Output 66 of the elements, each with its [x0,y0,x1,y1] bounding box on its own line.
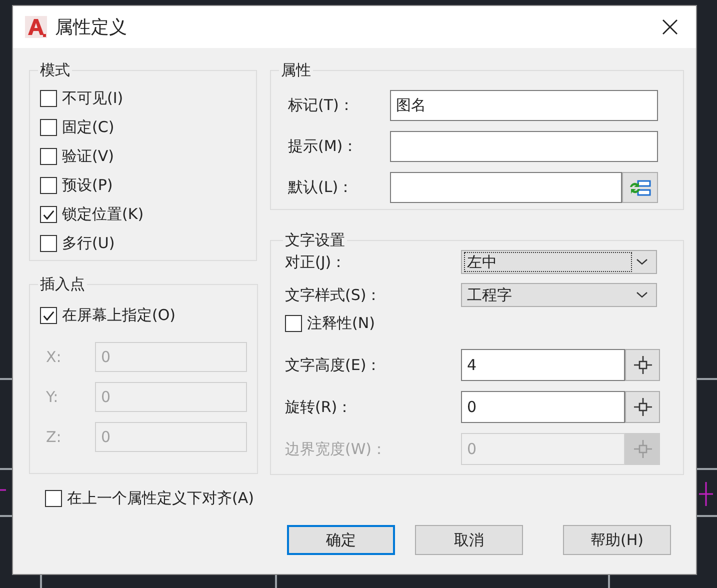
grid-line [697,468,717,470]
chevron-down-icon [636,258,648,266]
field-label: 旋转(R)： [285,398,354,416]
text-field[interactable] [390,131,658,162]
grid-line [697,378,717,380]
grid-line [40,575,42,588]
checkbox[interactable] [40,90,57,107]
group-title: 属性 [280,61,312,80]
dropdown[interactable]: 左中 [461,250,657,274]
group-title: 文字设置 [284,231,346,250]
grid-line [0,378,12,380]
checkbox[interactable] [40,177,57,194]
coordinate-label: Z: [45,428,62,446]
window-title: 属性定义 [55,16,128,39]
number-field[interactable]: 0 [461,391,625,423]
checkbox[interactable] [40,206,57,223]
checkbox-label: 验证(V) [62,147,114,166]
checkbox-label: 注释性(N) [307,314,375,333]
grid-line [697,515,717,516]
grid-line [0,468,12,470]
chevron-down-icon [636,291,648,299]
dialog-button[interactable]: 取消 [415,525,523,555]
group-title: 插入点 [39,275,86,294]
checkbox[interactable] [40,148,57,165]
field-label: 默认(L)： [287,178,354,197]
crosshair-icon [632,439,652,459]
grid-line [0,515,12,516]
field-label: 文字样式(S)： [285,286,382,304]
cad-stroke-drawing [0,489,6,491]
checkbox[interactable] [40,307,57,324]
dialog-button[interactable]: 确定 [287,525,395,555]
crosshair-icon [632,397,652,417]
text-field[interactable] [390,172,622,203]
checkbox[interactable] [285,315,302,332]
dropdown[interactable]: 工程字 [461,283,657,307]
checkbox-label: 在上一个属性定义下对齐(A) [67,488,254,508]
field-label: 文字高度(E)： [285,356,382,374]
field-label: 对正(J)： [285,252,348,272]
dialog-button[interactable]: 帮助(H) [563,525,671,555]
checkbox-label: 预设(P) [62,176,113,195]
checkbox-label: 多行(U) [62,234,115,253]
field-label: 标记(T)： [287,96,355,115]
grid-line [608,575,610,588]
crosshair-icon [632,355,652,375]
coordinate-label: X: [45,348,62,366]
field-label: 边界宽度(W)： [285,440,388,458]
cad-stroke-drawing [698,482,714,506]
field-label: 提示(M)： [287,137,359,156]
coordinate-label: Y: [45,388,60,406]
text-field[interactable]: 图名 [390,90,658,121]
checkbox[interactable] [40,119,57,136]
checkbox-label: 不可见(I) [62,89,124,108]
group-title: 模式 [39,61,71,80]
checkbox[interactable] [45,490,62,506]
checkbox-label: 在屏幕上指定(O) [62,306,176,325]
checkbox-label: 固定(C) [62,118,114,137]
grid-line [275,575,276,588]
insert-field-button[interactable] [622,172,658,203]
checkbox[interactable] [40,235,57,252]
close-icon[interactable] [662,19,678,35]
refresh-list-icon [629,178,651,196]
pick-point-button[interactable] [625,349,660,381]
pick-point-button[interactable] [625,391,660,423]
checkbox-label: 锁定位置(K) [62,205,144,224]
app-logo-icon [25,16,47,38]
number-field[interactable]: 4 [461,349,625,381]
